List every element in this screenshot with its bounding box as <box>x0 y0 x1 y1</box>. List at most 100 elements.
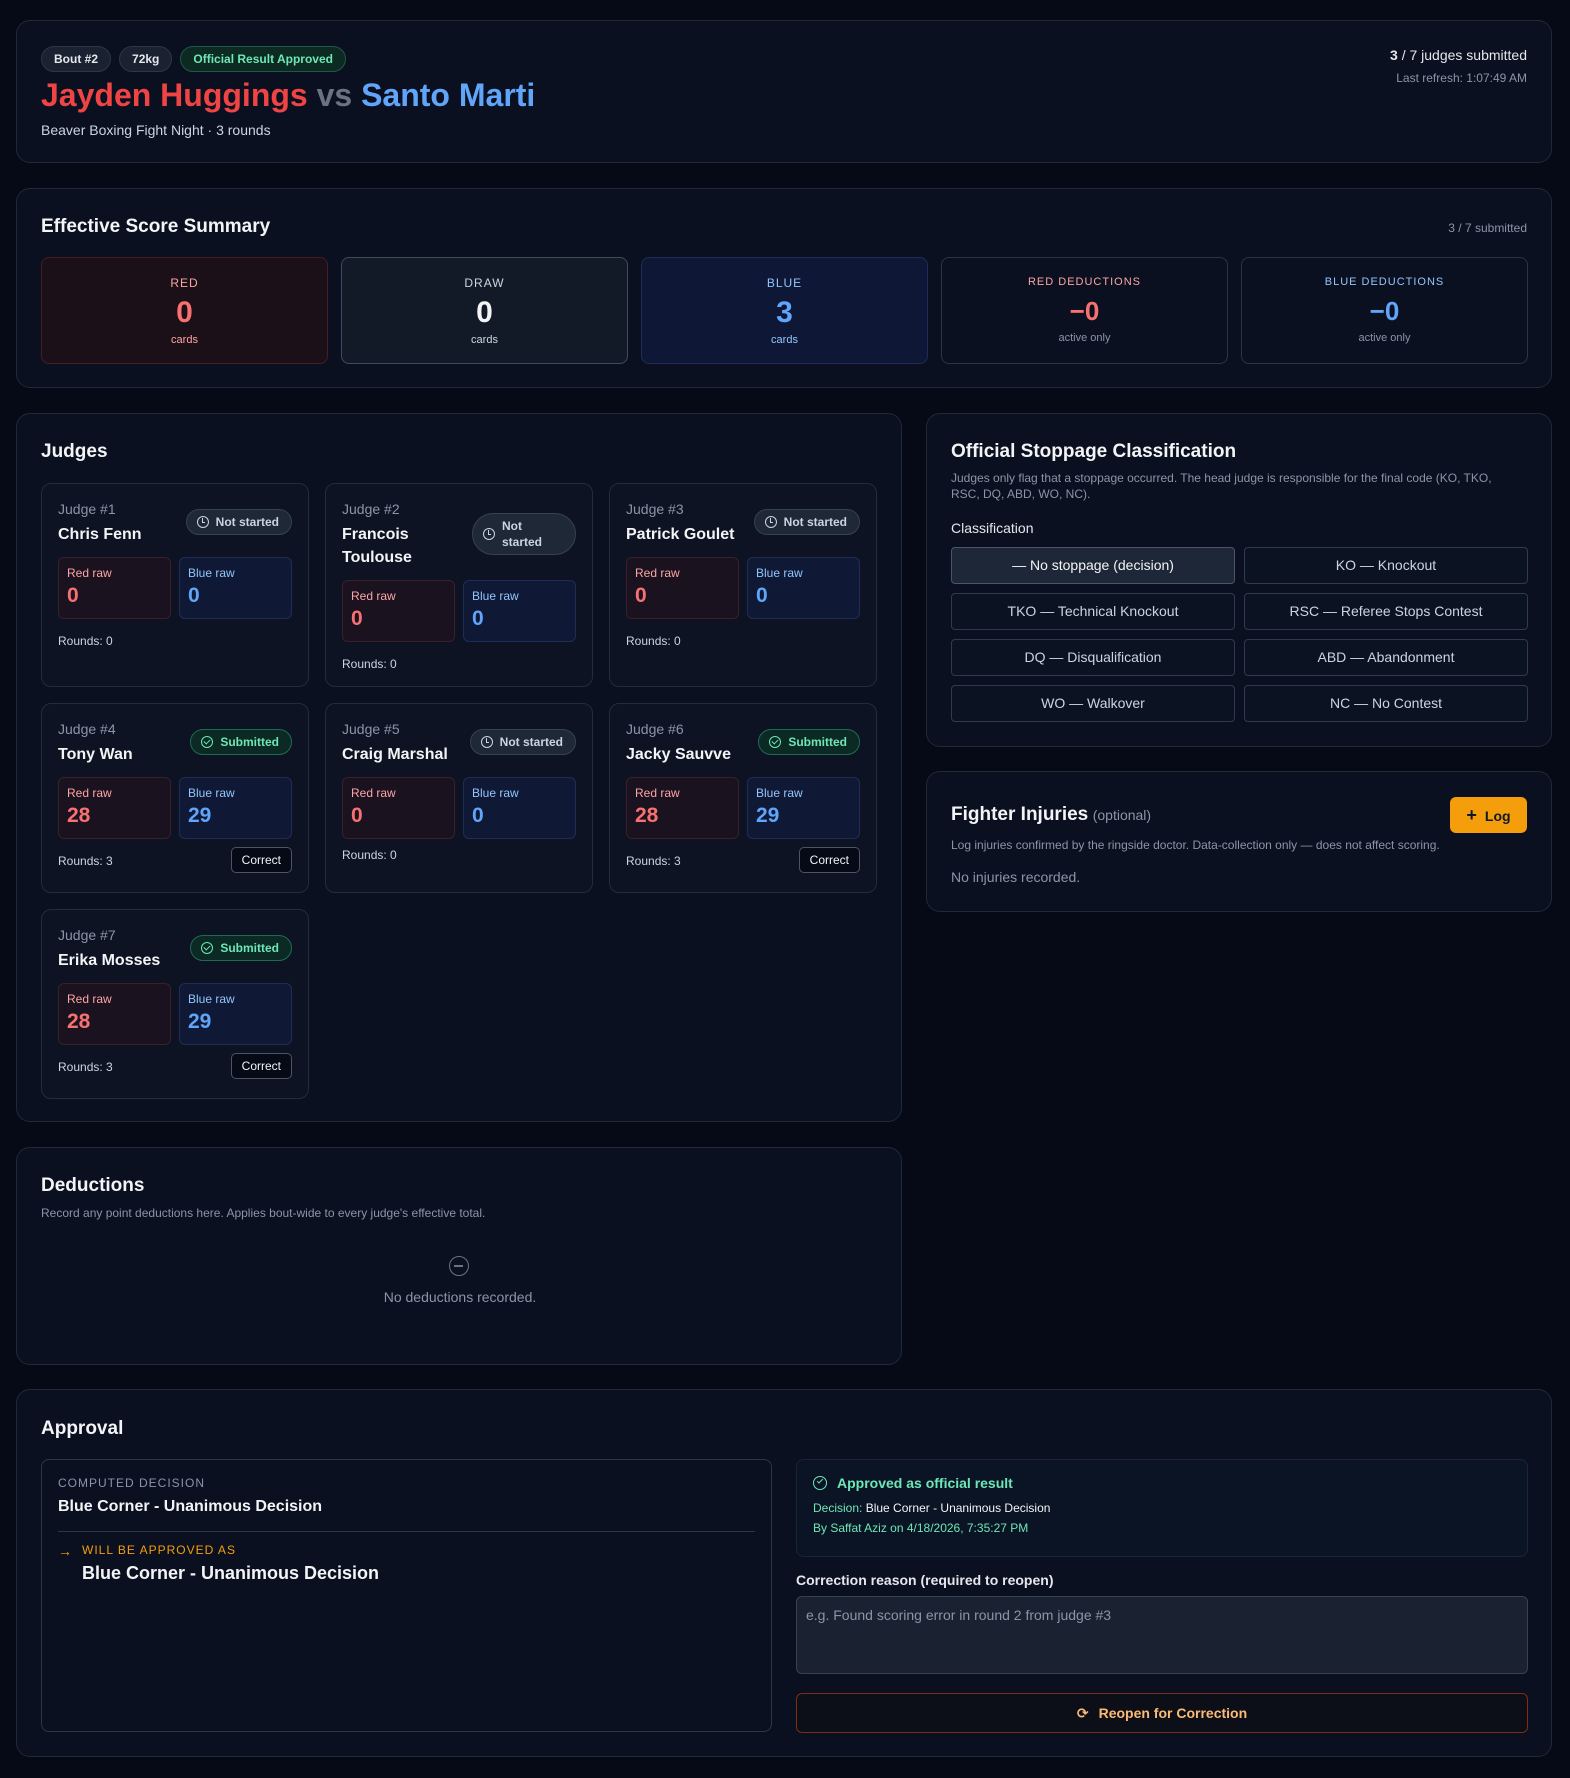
blue-cards-label: BLUE <box>766 276 803 290</box>
red-raw-box: Red raw 28 <box>58 777 171 839</box>
judge-card-6: Judge #6 Jacky Sauvve Submitted Red raw 2… <box>609 703 877 893</box>
stoppage-panel: Official Stoppage Classification Judges … <box>926 413 1552 747</box>
judge-status-badge: Submitted <box>758 729 860 755</box>
judge-name: Craig Marshal <box>342 746 448 763</box>
judge-status-text: Not started <box>783 515 847 529</box>
check-circle-icon <box>201 942 214 954</box>
classification-option-abd[interactable]: ABD — Abandonment <box>1244 639 1528 676</box>
judge-rounds: Rounds: 3 <box>58 854 113 868</box>
blue-raw-box: Blue raw 0 <box>463 777 576 839</box>
correction-reason-input[interactable]: e.g. Found scoring error in round 2 from… <box>796 1596 1528 1674</box>
blue-raw-box: Blue raw 0 <box>747 557 860 619</box>
divider <box>58 1531 755 1532</box>
red-cards-value: 0 <box>176 296 193 329</box>
judge-number: Judge #3 <box>626 501 684 517</box>
red-deductions-box: RED DEDUCTIONS −0 active only <box>941 257 1228 364</box>
judge-number: Judge #6 <box>626 721 684 737</box>
score-summary-panel: Effective Score Summary 3 / 7 submitted … <box>16 188 1552 388</box>
check-circle-icon <box>813 1476 827 1490</box>
judge-number: Judge #5 <box>342 721 400 737</box>
judge-rounds: Rounds: 0 <box>626 634 681 648</box>
result-status-badge: Official Result Approved <box>180 46 346 72</box>
judge-status-badge: Not started <box>472 513 576 555</box>
red-raw-box: Red raw 0 <box>58 557 171 619</box>
red-raw-box: Red raw 0 <box>342 777 455 839</box>
correct-button[interactable]: Correct <box>230 1053 292 1079</box>
blue-raw-value: 29 <box>756 804 780 827</box>
blue-raw-value: 0 <box>188 584 200 607</box>
judge-number: Judge #4 <box>58 721 116 737</box>
classification-option-ko[interactable]: KO — Knockout <box>1244 547 1528 584</box>
red-raw-value: 0 <box>67 584 79 607</box>
judge-name: Francois Toulouse <box>342 526 412 566</box>
correct-button[interactable]: Correct <box>798 847 860 873</box>
red-raw-box: Red raw 0 <box>342 580 455 642</box>
red-raw-value: 0 <box>351 804 363 827</box>
blue-raw-label: Blue raw <box>472 589 519 603</box>
classification-option-rsc[interactable]: RSC — Referee Stops Contest <box>1244 593 1528 630</box>
bout-title: Jayden Huggings vs Santo Marti <box>41 77 535 114</box>
judge-status-badge: Submitted <box>190 935 292 961</box>
submitted-number: 3 <box>1390 47 1398 63</box>
judge-status-badge: Not started <box>185 509 292 535</box>
red-raw-box: Red raw 0 <box>626 557 739 619</box>
classification-option-wo[interactable]: WO — Walkover <box>951 685 1235 722</box>
event-subtitle: Beaver Boxing Fight Night · 3 rounds <box>41 122 271 138</box>
judges-submitted-count: 3 / 7 judges submitted <box>1390 47 1527 63</box>
blue-raw-value: 29 <box>188 804 212 827</box>
classification-option-tko[interactable]: TKO — Technical Knockout <box>951 593 1235 630</box>
blue-raw-box: Blue raw 0 <box>179 557 292 619</box>
approved-title: Approved as official result <box>837 1475 1013 1491</box>
check-circle-icon <box>201 736 214 748</box>
judge-card-4: Judge #4 Tony Wan Submitted Red raw 28 Bl… <box>41 703 309 893</box>
correct-button[interactable]: Correct <box>230 847 292 873</box>
blue-raw-value: 0 <box>472 607 484 630</box>
deductions-empty: No deductions recorded. <box>383 1289 537 1305</box>
reopen-button[interactable]: ⟳ Reopen for Correction <box>796 1693 1528 1733</box>
red-raw-label: Red raw <box>351 589 396 603</box>
red-raw-value: 28 <box>67 1010 91 1033</box>
red-cards-label: RED <box>170 276 199 290</box>
blue-raw-label: Blue raw <box>472 786 519 800</box>
classification-option-dq[interactable]: DQ — Disqualification <box>951 639 1235 676</box>
judge-status-text: Submitted <box>220 735 279 749</box>
blue-raw-box: Blue raw 0 <box>463 580 576 642</box>
injuries-heading: Fighter Injuries (optional) <box>951 804 1151 826</box>
deductions-title: Deductions <box>41 1175 145 1196</box>
classification-option-none[interactable]: — No stoppage (decision) <box>951 547 1235 584</box>
badge-row: Bout #2 72kg Official Result Approved <box>41 46 354 72</box>
judge-status-text: Submitted <box>220 941 279 955</box>
blue-raw-label: Blue raw <box>188 992 235 1006</box>
red-raw-box: Red raw 28 <box>626 777 739 839</box>
judge-number: Judge #1 <box>58 501 116 517</box>
judge-name: Jacky Sauvve <box>626 746 731 763</box>
deductions-description: Record any point deductions here. Applie… <box>41 1206 486 1220</box>
decision-value: Blue Corner - Unanimous Decision <box>865 1501 1051 1515</box>
judge-card-5: Judge #5 Craig Marshal Not started Red r… <box>325 703 593 893</box>
red-raw-value: 0 <box>351 607 363 630</box>
draw-cards-value: 0 <box>476 296 493 329</box>
red-deductions-value: −0 <box>1069 296 1100 326</box>
judge-number: Judge #2 <box>342 501 400 517</box>
judge-status-text: Submitted <box>788 735 847 749</box>
log-label: Log <box>1484 808 1511 824</box>
stoppage-title: Official Stoppage Classification <box>951 441 1237 462</box>
injuries-panel: Fighter Injuries (optional) + Log Log inj… <box>926 771 1552 912</box>
blue-raw-box: Blue raw 29 <box>179 777 292 839</box>
red-raw-label: Red raw <box>351 786 396 800</box>
red-raw-label: Red raw <box>67 992 112 1006</box>
red-deductions-sub: active only <box>1058 332 1111 344</box>
blue-fighter-name: Santo Marti <box>361 77 536 113</box>
judges-panel: Judges Judge #1 Chris Fenn Not started R… <box>16 413 902 1122</box>
approved-decision: Decision: Blue Corner - Unanimous Decisi… <box>813 1501 1050 1515</box>
classification-option-nc[interactable]: NC — No Contest <box>1244 685 1528 722</box>
draw-cards-sub: cards <box>471 334 498 346</box>
judge-card-1: Judge #1 Chris Fenn Not started Red raw 0… <box>41 483 309 687</box>
approval-title: Approval <box>41 1418 124 1439</box>
clock-icon <box>480 736 493 748</box>
judge-rounds: Rounds: 0 <box>342 848 397 862</box>
blue-raw-box: Blue raw 29 <box>747 777 860 839</box>
judge-status-text: Not started <box>215 515 279 529</box>
red-raw-label: Red raw <box>635 566 680 580</box>
log-injury-button[interactable]: + Log <box>1450 797 1527 833</box>
